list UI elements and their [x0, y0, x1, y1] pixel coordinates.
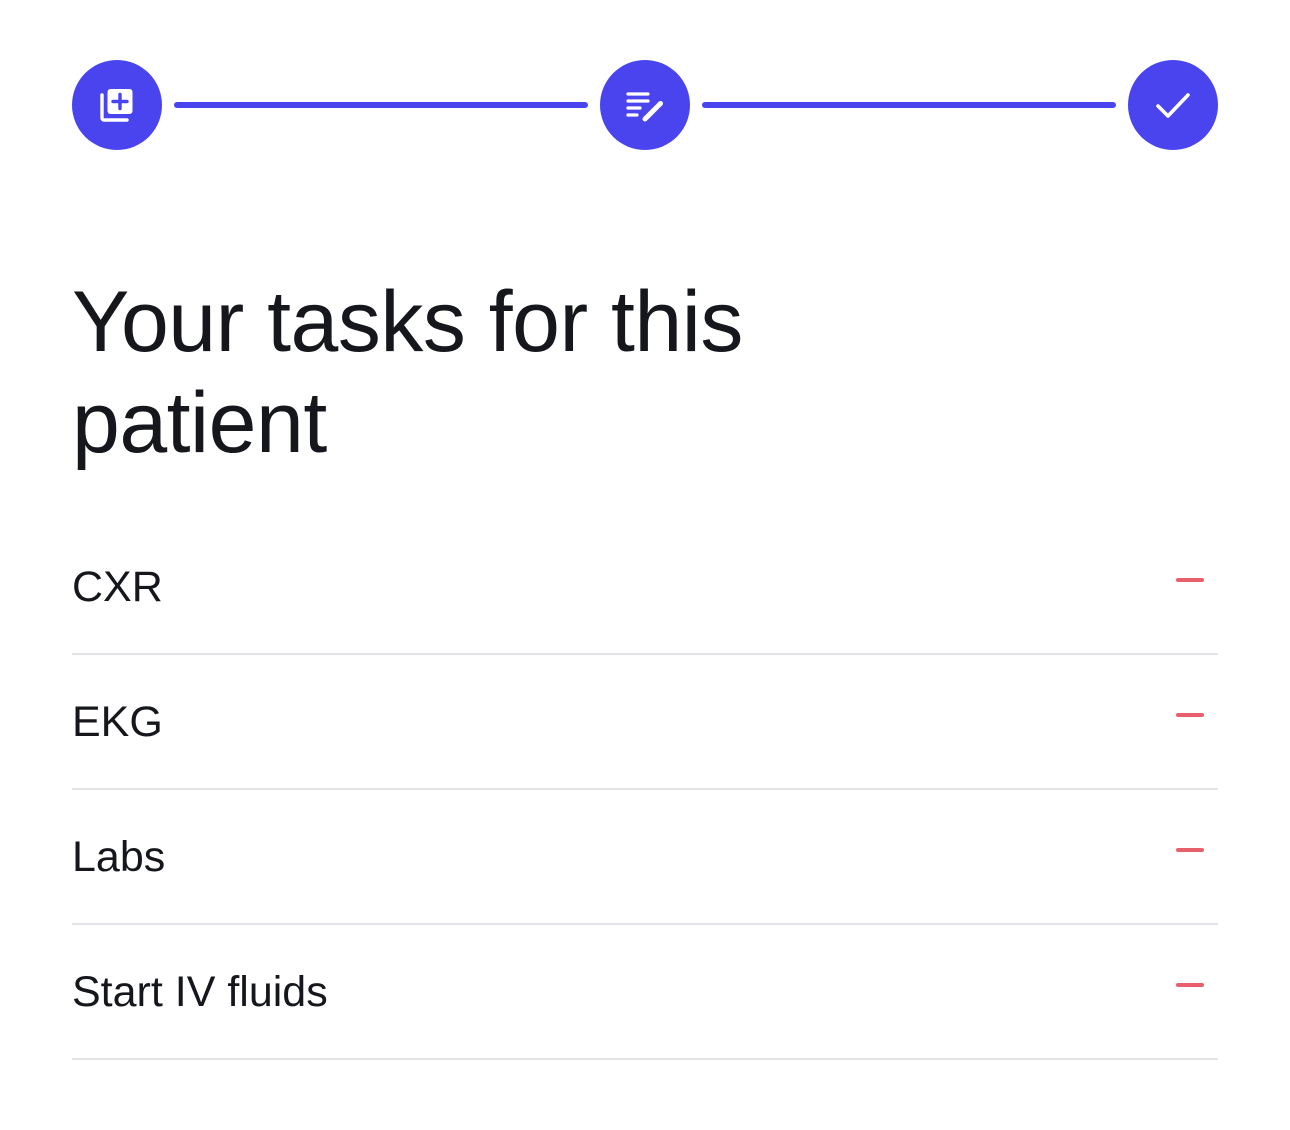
minus-icon [1176, 578, 1204, 582]
progress-stepper [72, 60, 1218, 150]
minus-icon [1176, 848, 1204, 852]
task-label: EKG [72, 698, 163, 746]
remove-task-button[interactable] [1162, 558, 1218, 602]
remove-task-button[interactable] [1162, 963, 1218, 1007]
remove-task-button[interactable] [1162, 693, 1218, 737]
task-row: EKG [72, 655, 1218, 790]
stepper-connector [174, 102, 588, 108]
task-row: CXR [72, 520, 1218, 655]
step-add-tasks[interactable] [72, 60, 162, 150]
minus-icon [1176, 983, 1204, 987]
task-row: Labs [72, 790, 1218, 925]
remove-task-button[interactable] [1162, 828, 1218, 872]
stepper-connector [702, 102, 1116, 108]
task-label: Start IV fluids [72, 968, 328, 1016]
task-list: CXR EKG Labs Start IV fluids [72, 520, 1218, 1060]
add-document-icon [97, 85, 137, 125]
edit-notes-icon [623, 83, 667, 127]
minus-icon [1176, 713, 1204, 717]
step-edit-notes[interactable] [600, 60, 690, 150]
step-complete[interactable] [1128, 60, 1218, 150]
task-label: CXR [72, 563, 163, 611]
checkmark-icon [1151, 83, 1195, 127]
task-row: Start IV fluids [72, 925, 1218, 1060]
task-label: Labs [72, 833, 166, 881]
page-title: Your tasks for this patient [72, 274, 743, 471]
